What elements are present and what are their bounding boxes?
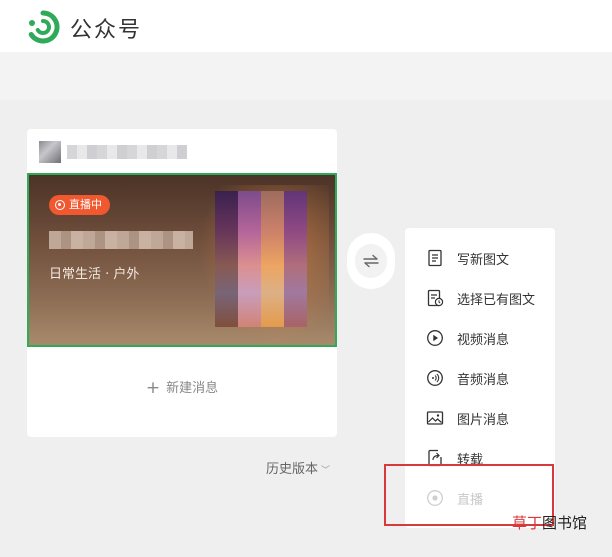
menu-item-label: 图片消息 bbox=[457, 412, 510, 428]
live-cover-card[interactable]: 直播中 日常生活 · 户外 bbox=[27, 173, 337, 347]
play-circle-icon bbox=[427, 330, 443, 346]
watermark-red-text: 草丁 bbox=[512, 514, 543, 532]
account-info bbox=[39, 141, 269, 163]
live-dot-icon bbox=[55, 200, 65, 210]
menu-item-label: 视频消息 bbox=[457, 332, 510, 348]
menu-item-select-article[interactable]: 选择已有图文 bbox=[405, 278, 555, 318]
cover-title-blurred bbox=[49, 231, 193, 249]
menu-item-label: 选择已有图文 bbox=[457, 292, 536, 308]
avatar bbox=[39, 141, 61, 163]
watermark: 草丁图书馆 bbox=[512, 512, 587, 533]
menu-item-label: 音频消息 bbox=[457, 372, 510, 388]
plus-icon: + bbox=[145, 378, 161, 398]
top-bar: 公众号 bbox=[0, 0, 612, 52]
menu-item-write-article[interactable]: 写新图文 bbox=[405, 238, 555, 278]
cover-subtitle: 日常生活 · 户外 bbox=[49, 267, 140, 282]
menu-item-video[interactable]: 视频消息 bbox=[405, 318, 555, 358]
wechat-mp-logo-icon[interactable] bbox=[26, 10, 60, 44]
watermark-black-text: 图书馆 bbox=[542, 514, 588, 532]
menu-item-label: 写新图文 bbox=[457, 252, 510, 268]
swap-button-inner bbox=[355, 244, 387, 278]
message-card: 直播中 日常生活 · 户外 + 新建消息 bbox=[27, 129, 337, 437]
swap-arrows-icon bbox=[363, 254, 379, 268]
document-clock-icon bbox=[427, 289, 444, 307]
account-name bbox=[67, 145, 187, 159]
live-status-badge: 直播中 bbox=[49, 195, 110, 215]
history-version-dropdown[interactable]: 历史版本 ﹀ bbox=[266, 458, 330, 477]
menu-item-image[interactable]: 图片消息 bbox=[405, 398, 555, 438]
document-icon bbox=[428, 249, 442, 267]
brand-title: 公众号 bbox=[70, 18, 143, 43]
history-label: 历史版本 bbox=[266, 462, 319, 477]
chevron-down-icon: ﹀ bbox=[321, 466, 331, 476]
image-icon bbox=[426, 411, 444, 425]
header-band bbox=[0, 52, 612, 100]
live-badge-label: 直播中 bbox=[69, 198, 102, 211]
new-message-button[interactable]: + 新建消息 bbox=[27, 377, 337, 398]
audio-circle-icon bbox=[427, 370, 443, 386]
cover-thumbnail bbox=[215, 191, 307, 327]
menu-item-audio[interactable]: 音频消息 bbox=[405, 358, 555, 398]
new-message-label: 新建消息 bbox=[166, 381, 219, 396]
swap-button[interactable] bbox=[347, 233, 395, 289]
